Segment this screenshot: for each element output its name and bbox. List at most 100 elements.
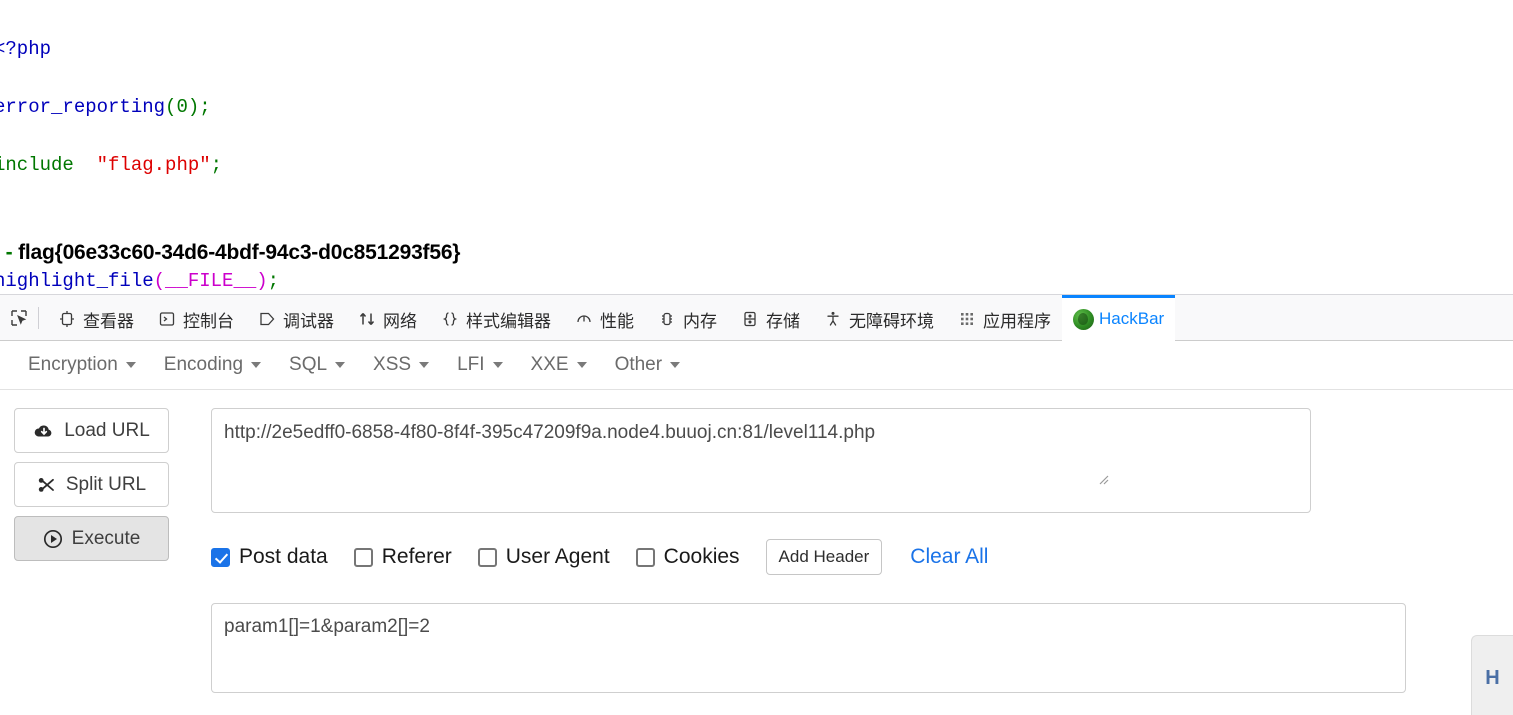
tab-network[interactable]: 网络 (345, 295, 428, 341)
toolbar-divider (38, 306, 39, 329)
menu-lfi[interactable]: LFI (443, 350, 516, 380)
hackbar-options-row: Post data Referer User Agent Cookies Add… (211, 539, 1513, 575)
code-line-5: highlight_file(__FILE__); (0, 267, 1513, 290)
network-icon (356, 308, 378, 330)
element-picker-icon[interactable] (2, 299, 36, 337)
checkbox-cookies[interactable]: Cookies (635, 545, 740, 569)
tab-network-label: 网络 (383, 311, 417, 331)
tab-accessibility-label: 无障碍环境 (849, 311, 934, 331)
tab-hackbar[interactable]: HackBar (1062, 294, 1176, 341)
tab-memory[interactable]: 内存 (645, 295, 728, 341)
menu-encryption[interactable]: Encryption (14, 350, 150, 380)
chevron-down-icon (576, 362, 587, 368)
tab-style-editor[interactable]: 样式编辑器 (428, 295, 562, 341)
scissors-icon (38, 477, 54, 492)
hackbar-menubar: Encryption Encoding SQL XSS LFI XXE Othe… (0, 341, 1513, 390)
application-icon (956, 308, 978, 330)
checkbox-referer[interactable]: Referer (353, 545, 452, 569)
tab-performance-label: 性能 (600, 311, 634, 331)
tab-application[interactable]: 应用程序 (945, 295, 1062, 341)
tab-storage[interactable]: 存储 (728, 295, 811, 341)
browser-page: <?php error_reporting(0); include "flag.… (0, 0, 1513, 715)
code-token-zero: 0 (176, 96, 188, 118)
tab-application-label: 应用程序 (983, 311, 1051, 331)
code-line-1: <?php (0, 35, 1513, 64)
memory-icon (656, 308, 678, 330)
tab-hackbar-label: HackBar (1099, 309, 1165, 328)
split-url-label: Split URL (65, 473, 147, 495)
checkbox-referer-label: Referer (381, 545, 452, 568)
chevron-down-icon (335, 362, 346, 368)
tab-console-label: 控制台 (183, 311, 234, 331)
split-url-button[interactable]: Split URL (14, 462, 169, 507)
tab-console[interactable]: 控制台 (145, 295, 245, 341)
hackbar-logo-icon (1073, 308, 1094, 330)
code-semicolon: ; (267, 270, 280, 290)
add-header-button[interactable]: Add Header (765, 539, 883, 575)
code-token-flagphp-string: "flag.php" (96, 154, 211, 176)
menu-xss-label: XSS (373, 354, 412, 375)
chevron-down-icon (251, 362, 262, 368)
flag-dash-marker: - (0, 241, 19, 264)
clear-all-link[interactable]: Clear All (910, 545, 988, 569)
execute-button[interactable]: Execute (14, 516, 169, 561)
menu-encoding[interactable]: Encoding (150, 350, 275, 380)
tab-inspector-label: 查看器 (83, 311, 134, 331)
menu-other-label: Other (614, 354, 663, 375)
load-url-button[interactable]: Load URL (14, 408, 169, 453)
menu-xxe[interactable]: XXE (517, 350, 601, 380)
checkbox-user-agent[interactable]: User Agent (477, 545, 610, 569)
code-token-error-reporting: error_reporting (0, 96, 166, 118)
tab-inspector[interactable]: 查看器 (45, 295, 145, 341)
post-data-input[interactable] (211, 603, 1406, 693)
checkbox-post-data-box[interactable] (211, 547, 230, 567)
menu-sql[interactable]: SQL (275, 350, 359, 380)
code-line-2: error_reporting(0); (0, 93, 1513, 122)
code-paren-close: ); (187, 96, 211, 118)
accessibility-icon (822, 308, 844, 330)
checkbox-cookies-box[interactable] (635, 547, 655, 567)
code-token-highlight-file: highlight_file (0, 270, 154, 290)
menu-encryption-label: Encryption (28, 354, 118, 375)
chevron-down-icon (492, 362, 503, 368)
tab-debugger[interactable]: 调试器 (245, 295, 345, 341)
menu-xss[interactable]: XSS (359, 350, 443, 380)
devtools-toolbar: 查看器 控制台 调试器 网络 样式编辑器 性能 内存 存储 无障碍环境 应用程序… (0, 294, 1513, 341)
tab-performance[interactable]: 性能 (562, 295, 645, 341)
url-input[interactable] (211, 408, 1311, 513)
style-editor-icon (439, 308, 461, 330)
code-token-include: include (0, 154, 74, 176)
play-circle-icon (43, 529, 62, 548)
checkbox-post-data-label: Post data (239, 545, 328, 568)
checkbox-user-agent-box[interactable] (477, 547, 497, 567)
tab-accessibility[interactable]: 无障碍环境 (811, 295, 945, 341)
tab-style-editor-label: 样式编辑器 (466, 311, 551, 331)
code-token-file-const: __FILE__ (165, 270, 257, 290)
menu-other[interactable]: Other (601, 350, 695, 380)
menu-lfi-label: LFI (457, 354, 485, 375)
inspector-icon (56, 308, 78, 330)
hackbar-panel: Encryption Encoding SQL XSS LFI XXE Othe… (0, 341, 1513, 715)
code-line-4-blank (0, 209, 1513, 238)
tab-debugger-label: 调试器 (283, 311, 334, 331)
debugger-icon (256, 308, 278, 330)
menu-encoding-label: Encoding (163, 354, 244, 375)
console-icon (156, 308, 178, 330)
tab-memory-label: 内存 (683, 311, 717, 331)
code-paren-close: ) (256, 270, 268, 290)
hackbar-side-tab[interactable]: H (1471, 635, 1513, 715)
code-paren: ( (165, 96, 177, 118)
tab-storage-label: 存储 (766, 311, 800, 331)
code-paren: ( (153, 270, 166, 290)
code-token-php-open: <?php (0, 38, 52, 60)
storage-icon (739, 308, 761, 330)
checkbox-post-data[interactable]: Post data (211, 545, 328, 569)
chevron-down-icon (419, 362, 430, 368)
code-semicolon: ; (210, 154, 223, 176)
cloud-download-icon (34, 424, 52, 436)
hackbar-inputs: Post data Referer User Agent Cookies A (211, 408, 1513, 693)
flag-output: - flag{06e33c60-34d6-4bdf-94c3-d0c851293… (0, 241, 461, 265)
checkbox-referer-box[interactable] (353, 547, 373, 567)
hackbar-action-buttons: Load URL Split URL Execute (14, 408, 169, 693)
